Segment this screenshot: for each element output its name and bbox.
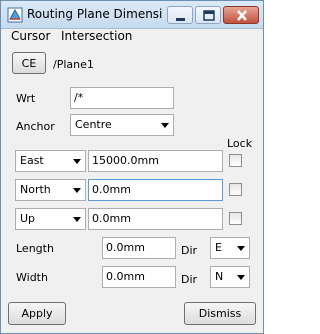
lock-checkbox-north[interactable] — [229, 183, 242, 196]
length-dir-label: Dir — [181, 244, 198, 257]
menu-bar: Cursor Intersection — [2, 29, 262, 43]
dismiss-button[interactable]: Dismiss — [184, 302, 256, 325]
width-label: Width — [16, 271, 48, 284]
minimize-button[interactable] — [167, 6, 193, 24]
maximize-button[interactable] — [195, 6, 221, 24]
ce-button[interactable]: CE — [12, 52, 46, 74]
axis-select-up[interactable]: Up — [15, 208, 86, 230]
ce-path: /Plane1 — [53, 58, 94, 71]
window-title: Routing Plane Dimensi... — [27, 7, 162, 21]
length-label: Length — [16, 242, 54, 255]
width-dir-select[interactable]: N — [210, 266, 250, 288]
width-input[interactable]: 0.0mm — [102, 266, 176, 288]
axis-select-north[interactable]: North — [15, 179, 86, 201]
axis-value-up: Up — [20, 212, 36, 225]
lock-checkbox-up[interactable] — [229, 212, 242, 225]
chevron-down-icon — [237, 275, 245, 280]
dialog-window: Routing Plane Dimensi... Cursor Intersec… — [0, 0, 264, 334]
chevron-down-icon — [161, 123, 169, 128]
width-dir-value: N — [215, 270, 224, 283]
wrt-input[interactable]: /* — [70, 87, 174, 109]
apply-button[interactable]: Apply — [8, 302, 66, 325]
east-input[interactable]: 15000.0mm — [88, 150, 223, 172]
minimize-icon — [176, 18, 185, 21]
length-dir-value: E — [215, 241, 222, 254]
menu-intersection[interactable]: Intersection — [61, 29, 132, 43]
close-button[interactable] — [223, 6, 259, 24]
chevron-down-icon — [73, 217, 81, 222]
axis-value-north: North — [20, 183, 51, 196]
width-dir-label: Dir — [181, 273, 198, 286]
anchor-select[interactable]: Centre — [70, 114, 174, 136]
axis-value-east: East — [20, 154, 44, 167]
anchor-label: Anchor — [16, 120, 55, 133]
title-bar[interactable]: Routing Plane Dimensi... — [1, 1, 263, 29]
length-input[interactable]: 0.0mm — [102, 237, 176, 259]
chevron-down-icon — [237, 246, 245, 251]
up-input[interactable]: 0.0mm — [88, 208, 223, 230]
maximize-icon — [203, 10, 215, 21]
lock-label: Lock — [227, 137, 253, 150]
chevron-down-icon — [73, 188, 81, 193]
length-dir-select[interactable]: E — [210, 237, 250, 259]
close-icon — [237, 10, 247, 21]
axis-select-east[interactable]: East — [15, 150, 86, 172]
chevron-down-icon — [73, 159, 81, 164]
app-icon — [7, 7, 23, 23]
lock-checkbox-east[interactable] — [229, 154, 242, 167]
north-input[interactable]: 0.0mm — [88, 179, 223, 201]
wrt-label: Wrt — [16, 92, 36, 105]
menu-cursor[interactable]: Cursor — [11, 29, 50, 43]
anchor-value: Centre — [75, 118, 112, 131]
